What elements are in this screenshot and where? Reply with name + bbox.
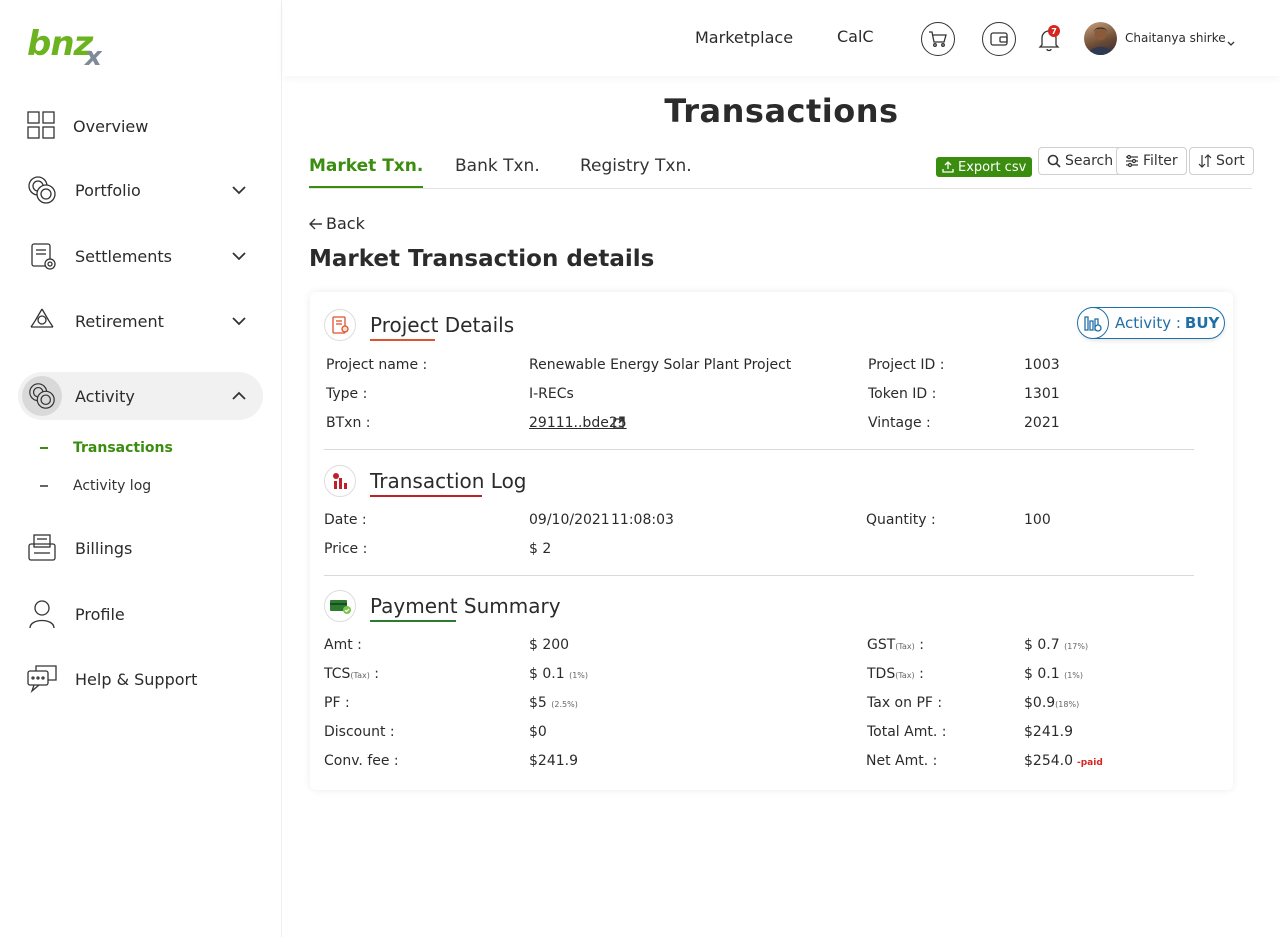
- price-value: $ 2: [529, 541, 552, 557]
- project-icon: [324, 309, 356, 341]
- grid-icon: [26, 110, 58, 142]
- tab-bank-txn[interactable]: Bank Txn.: [455, 156, 540, 186]
- wallet-button[interactable]: [982, 22, 1016, 56]
- recycle-icon: [26, 305, 58, 337]
- external-link-icon[interactable]: [613, 417, 625, 433]
- sidebar-item-help-support[interactable]: Help & Support: [18, 655, 263, 703]
- chevron-down-icon[interactable]: [1226, 34, 1236, 46]
- filter-icon: [1126, 154, 1138, 168]
- sort-icon: [1198, 154, 1212, 168]
- total-amt-value: $241.9: [1024, 724, 1073, 740]
- coins-icon: [26, 174, 58, 206]
- search-button[interactable]: Search: [1038, 147, 1123, 175]
- user-icon: [26, 598, 58, 630]
- transaction-details-card: Activity : BUY Project Details Project na…: [310, 292, 1233, 790]
- paid-status: -paid: [1077, 758, 1103, 768]
- gst-value: $ 0.7 (17%): [1024, 637, 1089, 653]
- date-value: 09/10/2021: [529, 512, 610, 528]
- divider: [324, 575, 1194, 576]
- tcs-value: $ 0.1 (1%): [529, 666, 589, 682]
- tds-value: $ 0.1 (1%): [1024, 666, 1084, 682]
- btxn-link[interactable]: 29111..bde25: [529, 415, 627, 431]
- type-value: I-RECs: [529, 386, 574, 402]
- upload-icon: [942, 161, 954, 173]
- divider: [324, 449, 1194, 450]
- page-title: Transactions: [664, 92, 899, 130]
- sidebar-item-profile[interactable]: Profile: [18, 590, 263, 638]
- project-details-title: Project Details: [370, 313, 514, 341]
- settlements-icon: [26, 240, 58, 272]
- payment-icon: [324, 590, 356, 622]
- back-button[interactable]: Back: [309, 214, 365, 233]
- transaction-log-title: Transaction Log: [370, 469, 527, 497]
- sidebar: bnz x Overview Portfolio Settlements Ret…: [0, 0, 282, 937]
- sort-button[interactable]: Sort: [1189, 147, 1254, 175]
- avatar[interactable]: [1084, 22, 1117, 55]
- sidebar-item-retirement[interactable]: Retirement: [18, 297, 263, 345]
- calc-link[interactable]: CalC: [837, 27, 874, 46]
- chevron-up-icon[interactable]: [231, 388, 247, 404]
- time-value: 11:08:03: [611, 512, 674, 528]
- tax-on-pf-value: $0.9(18%): [1024, 695, 1080, 711]
- payment-summary-header: Payment Summary: [324, 590, 561, 622]
- sidebar-item-billings[interactable]: Billings: [18, 524, 263, 572]
- tab-registry-txn[interactable]: Registry Txn.: [580, 156, 692, 186]
- export-csv-button[interactable]: Export csv: [936, 157, 1033, 177]
- quantity-value: 100: [1024, 512, 1051, 528]
- chat-icon: [26, 663, 58, 695]
- pf-value: $5 (2.5%): [529, 695, 578, 711]
- net-amt-value: $254.0 -paid: [1024, 753, 1103, 769]
- wallet-icon: [990, 32, 1008, 46]
- bnzx-logo[interactable]: bnz x: [27, 24, 117, 74]
- arrow-left-icon: [309, 218, 322, 229]
- chevron-down-icon[interactable]: [231, 248, 247, 264]
- sidebar-item-overview[interactable]: Overview: [18, 102, 263, 150]
- filter-button[interactable]: Filter: [1116, 147, 1187, 175]
- transaction-log-icon: [324, 465, 356, 497]
- amt-value: $ 200: [529, 637, 570, 653]
- project-details-header: Project Details: [324, 309, 514, 341]
- project-name-value: Renewable Energy Solar Plant Project: [529, 357, 792, 373]
- section-title: Market Transaction details: [309, 246, 655, 272]
- transaction-tabs: Market Txn. Bank Txn. Registry Txn. Expo…: [309, 147, 1254, 189]
- chevron-down-icon[interactable]: [231, 313, 247, 329]
- payment-summary-title: Payment Summary: [370, 594, 561, 622]
- cart-icon: [929, 31, 947, 47]
- activity-icon: [1077, 307, 1109, 339]
- coins-icon: [22, 376, 62, 416]
- sidebar-subitem-activity-log[interactable]: Activity log: [40, 478, 151, 494]
- topbar: Marketplace CalC 7 Chaitanya shirke: [283, 0, 1280, 76]
- sidebar-subitem-transactions[interactable]: Transactions: [40, 440, 173, 456]
- discount-value: $0: [529, 724, 547, 740]
- sidebar-item-activity[interactable]: Activity: [18, 372, 263, 420]
- user-name[interactable]: Chaitanya shirke: [1125, 31, 1226, 45]
- sidebar-item-settlements[interactable]: Settlements: [18, 232, 263, 280]
- search-icon: [1047, 154, 1061, 168]
- notification-badge: 7: [1048, 25, 1060, 37]
- vintage-value: 2021: [1024, 415, 1060, 431]
- tab-market-txn[interactable]: Market Txn.: [309, 156, 424, 188]
- token-id-value: 1301: [1024, 386, 1060, 402]
- project-id-value: 1003: [1024, 357, 1060, 373]
- activity-pill: Activity : BUY: [1077, 307, 1225, 339]
- marketplace-link[interactable]: Marketplace: [695, 28, 793, 47]
- chevron-down-icon[interactable]: [231, 182, 247, 198]
- sidebar-item-portfolio[interactable]: Portfolio: [18, 166, 263, 214]
- conv-fee-value: $241.9: [529, 753, 578, 769]
- printer-icon: [26, 532, 58, 564]
- cart-button[interactable]: [921, 22, 955, 56]
- transaction-log-header: Transaction Log: [324, 465, 527, 497]
